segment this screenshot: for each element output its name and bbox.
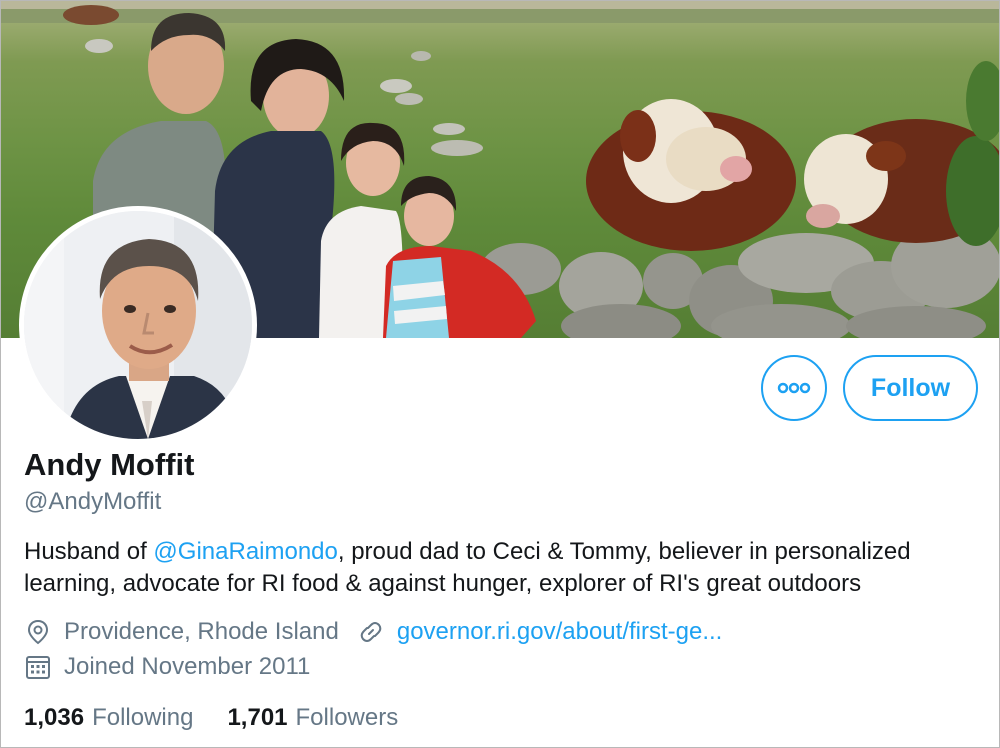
following-count: 1,036 bbox=[24, 704, 85, 731]
profile-joined-row: Joined November 2011 bbox=[24, 653, 310, 681]
profile-bio: Husband of @GinaRaimondo, proud dad to C… bbox=[24, 536, 984, 600]
profile-page: Follow Andy Moffit @AndyMoffit Husband o… bbox=[0, 0, 1000, 748]
bio-mention-link[interactable]: @GinaRaimondo bbox=[153, 538, 337, 565]
profile-name: Andy Moffit bbox=[24, 447, 195, 482]
followers-count: 1,701 bbox=[227, 704, 288, 731]
bio-text-prefix: Husband of bbox=[24, 538, 154, 565]
profile-joined-date: Joined November 2011 bbox=[64, 653, 311, 680]
bio-text-line1: , proud dad to Ceci & Tommy, believer in… bbox=[337, 538, 911, 565]
profile-website-link[interactable]: governor.ri.gov/about/first-ge... bbox=[397, 618, 723, 646]
profile-avatar[interactable] bbox=[19, 206, 257, 444]
followers-link[interactable]: 1,701 Followers bbox=[227, 704, 398, 732]
profile-handle: @AndyMoffit bbox=[24, 488, 162, 515]
profile-location: Providence, Rhode Island bbox=[64, 618, 339, 645]
location-pin-icon bbox=[24, 618, 52, 646]
avatar-photo bbox=[24, 211, 252, 439]
calendar-icon bbox=[24, 653, 52, 681]
website-group: governor.ri.gov/about/first-ge... bbox=[357, 618, 723, 646]
more-horizontal-icon bbox=[777, 382, 811, 394]
profile-stats: 1,036 Following 1,701 Followers bbox=[24, 704, 432, 732]
profile-meta-row: Providence, Rhode Island governor.ri.gov… bbox=[24, 618, 722, 646]
following-link[interactable]: 1,036 Following bbox=[24, 704, 193, 732]
bio-text-line2: learning, advocate for RI food & against… bbox=[24, 570, 862, 597]
followers-label: Followers bbox=[295, 704, 399, 731]
more-options-button[interactable] bbox=[761, 355, 827, 421]
following-label: Following bbox=[92, 704, 194, 731]
link-icon bbox=[357, 618, 385, 646]
follow-button[interactable]: Follow bbox=[843, 355, 978, 421]
